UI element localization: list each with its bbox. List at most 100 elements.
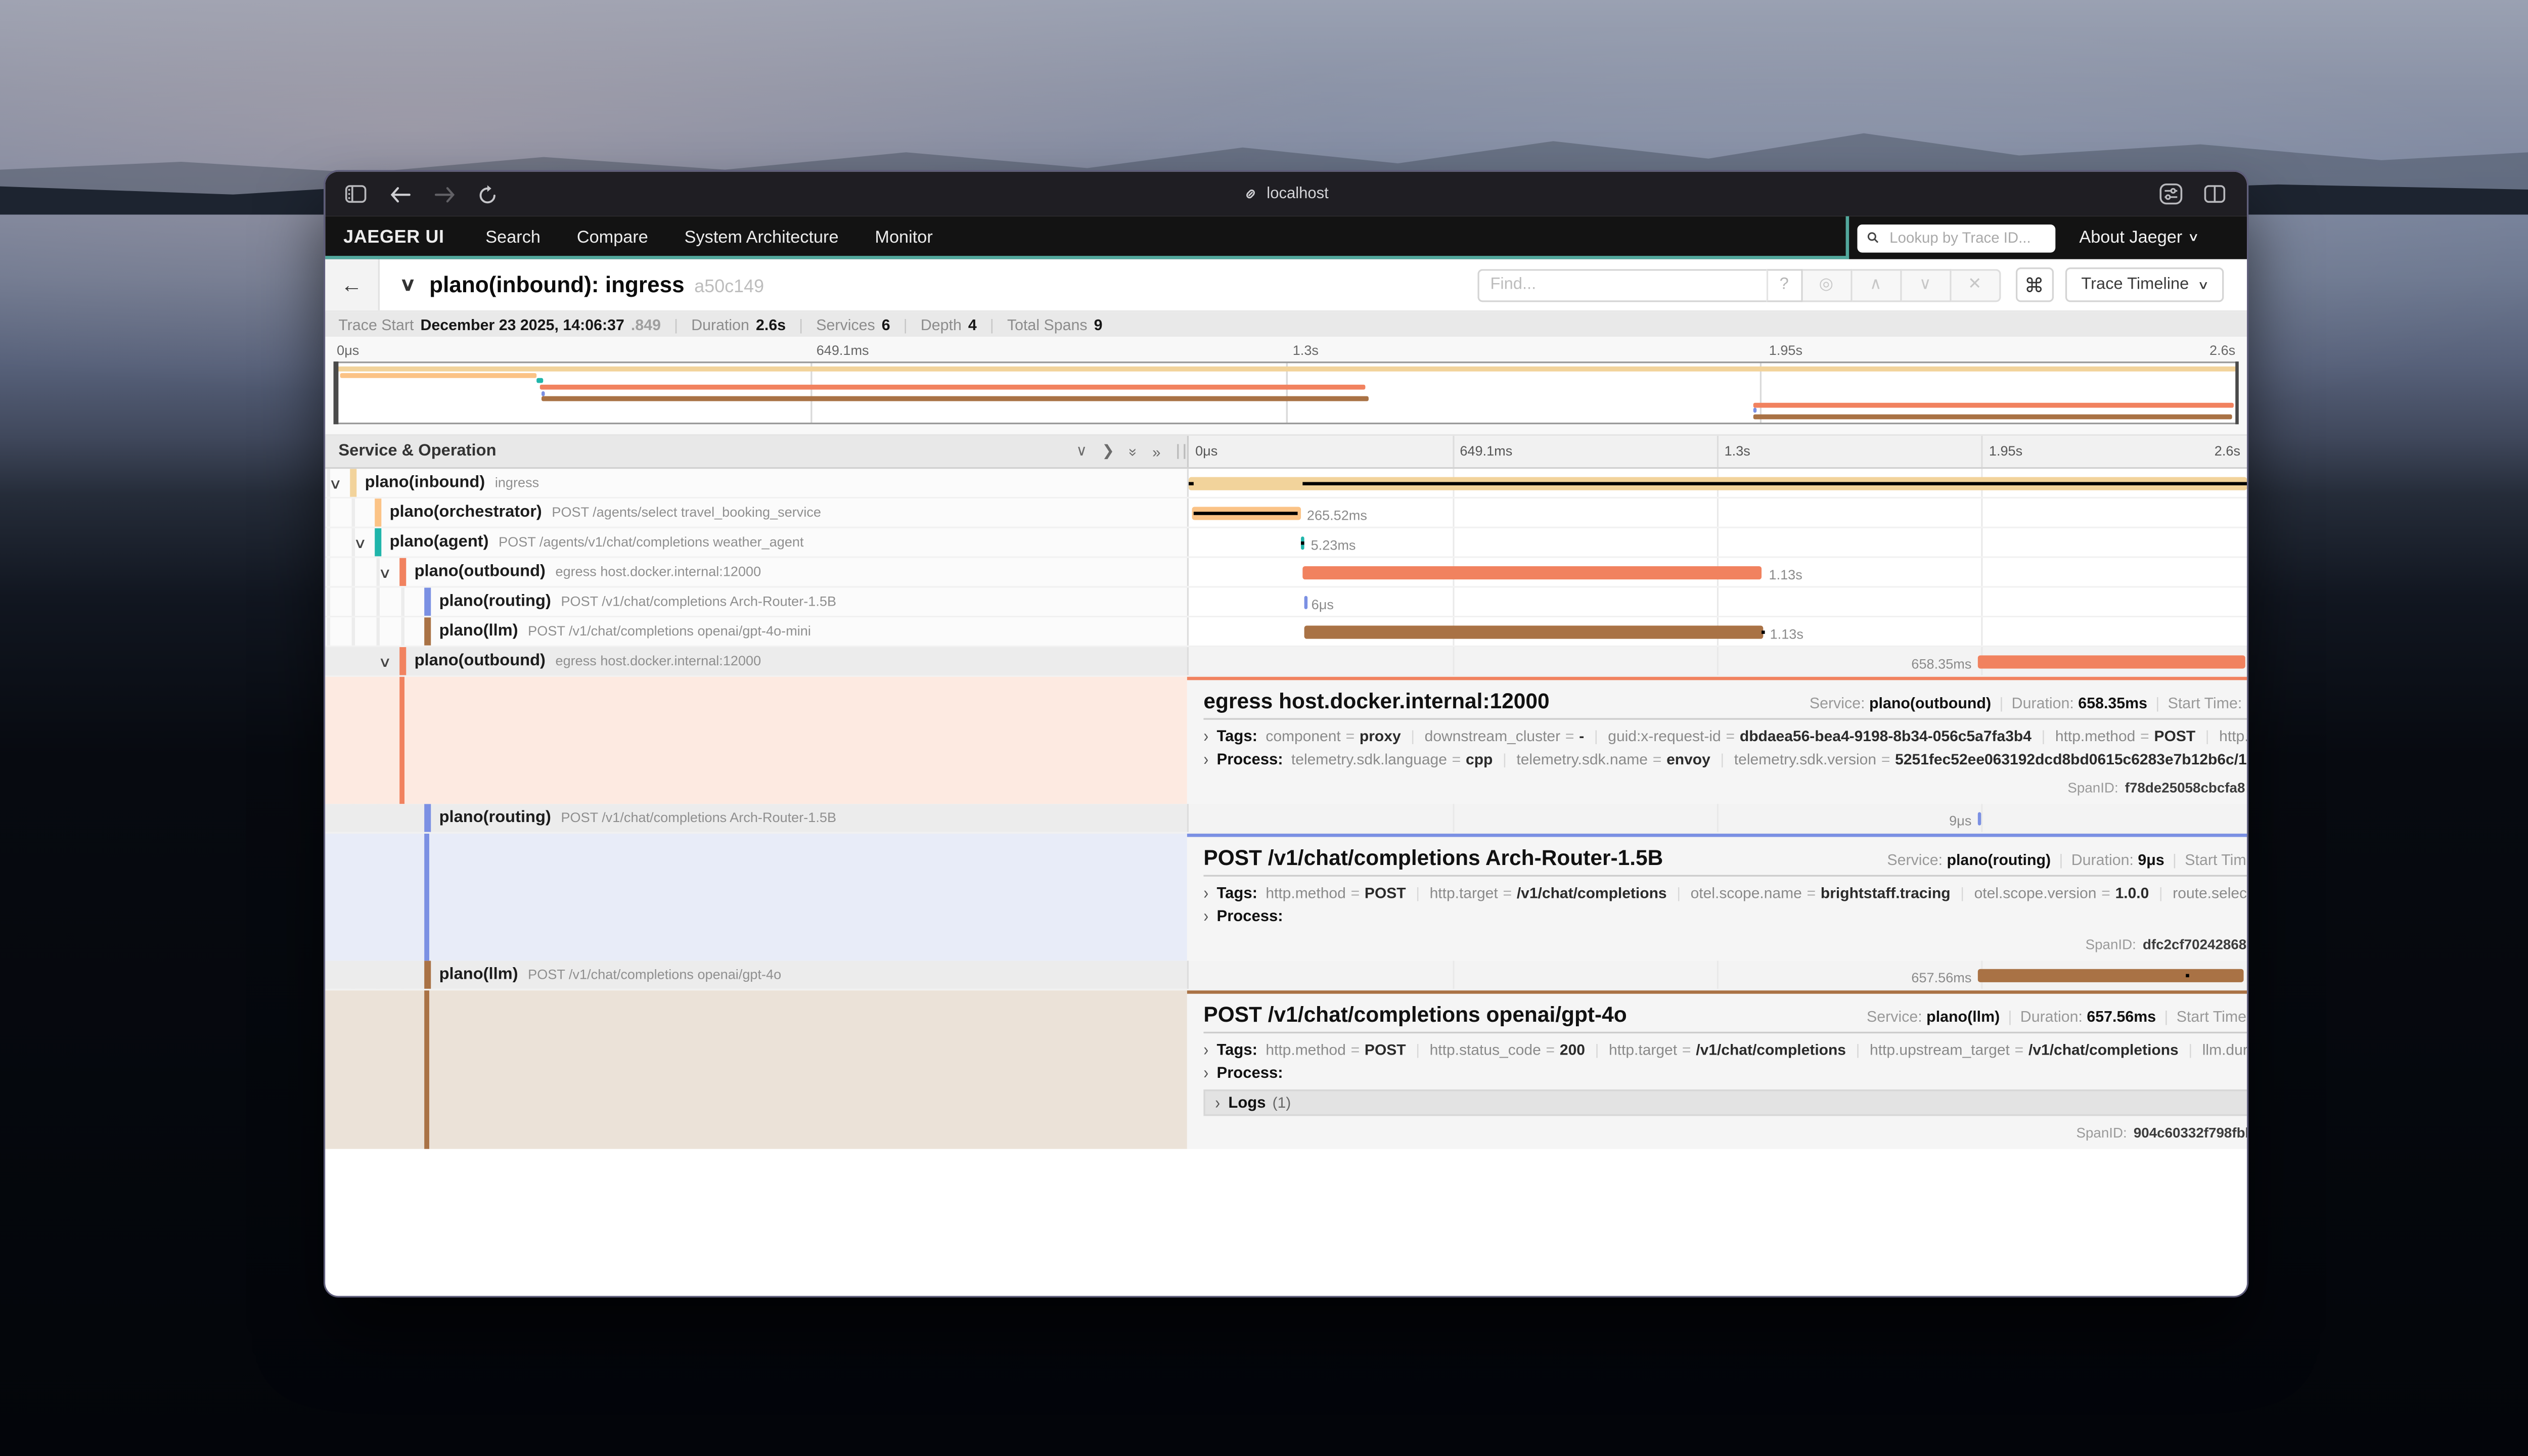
expand-one-icon[interactable]: ❯	[1102, 442, 1114, 461]
span-bar-cell[interactable]: 658.35ms	[1187, 647, 2247, 675]
tag-item[interactable]: guid:x-request-id=dbdaea56-bea4-9198-8b3…	[1608, 728, 2032, 745]
tag-item[interactable]: http.upstream_target=/v1/chat/completion…	[1870, 1041, 2179, 1058]
tag-item[interactable]: http.p...	[2219, 728, 2247, 745]
span-bar[interactable]	[1303, 596, 1307, 609]
tag-item[interactable]: telemetry.sdk.version=5251fec52ee063192d…	[1734, 750, 2247, 767]
split-view-icon[interactable]	[2204, 185, 2225, 203]
collapse-chevron-icon[interactable]: ∨	[329, 475, 342, 493]
minimap-canvas[interactable]	[334, 361, 2239, 424]
span-bar-cell[interactable]: 265.52ms	[1187, 498, 2247, 527]
service-color-bar	[375, 498, 380, 527]
span-name-cell[interactable]: plano(llm)POST /v1/chat/completions open…	[325, 617, 1187, 646]
tag-item[interactable]: otel.scope.name=brightstaff.tracing	[1691, 885, 1951, 901]
sidebar-toggle-icon[interactable]	[345, 185, 366, 203]
tag-item[interactable]: telemetry.sdk.name=envoy	[1516, 750, 1710, 767]
process-section[interactable]: ›Process:	[1203, 905, 2247, 928]
back-to-search-button[interactable]: ←	[325, 259, 380, 310]
about-jaeger-menu[interactable]: About Jaeger∨	[2079, 228, 2197, 248]
span-name-cell[interactable]: plano(routing)POST /v1/chat/completions …	[325, 804, 1187, 832]
tags-section[interactable]: ›Tags:component=proxy|downstream_cluster…	[1203, 726, 2247, 749]
span-row[interactable]: plano(llm)POST /v1/chat/completions open…	[325, 961, 2247, 990]
timeline-ruler: 0μs 649.1ms 1.3s 1.95s 2.6s	[1187, 436, 2247, 467]
jaeger-brand[interactable]: JAEGER UI	[343, 228, 444, 248]
span-row[interactable]: plano(routing)POST /v1/chat/completions …	[325, 587, 2247, 617]
tags-section[interactable]: ›Tags:http.method=POST|http.target=/v1/c…	[1203, 883, 2247, 905]
focus-span-icon[interactable]: ◎	[1802, 268, 1852, 301]
find-input[interactable]	[1477, 268, 1766, 301]
span-row[interactable]: plano(llm)POST /v1/chat/completions open…	[325, 617, 2247, 647]
tag-item[interactable]: http.target=/v1/chat/completions	[1430, 885, 1667, 901]
span-bar-cell[interactable]: 1.13s	[1187, 558, 2247, 586]
next-result-icon[interactable]: ∨	[1902, 268, 1951, 301]
column-resize-grip[interactable]	[1177, 444, 1185, 459]
span-name-cell[interactable]: plano(llm)POST /v1/chat/completions open…	[325, 961, 1187, 989]
span-bar[interactable]	[1978, 812, 1981, 826]
prev-result-icon[interactable]: ∧	[1852, 268, 1902, 301]
span-bar[interactable]	[1978, 969, 2244, 982]
tag-item[interactable]: component=proxy	[1266, 728, 1401, 745]
expand-all-icon[interactable]: »	[1152, 443, 1160, 460]
address-url[interactable]: localhost	[1267, 185, 1328, 203]
trace-id-search-input[interactable]	[1886, 228, 2046, 248]
trace-id-search-box[interactable]	[1858, 223, 2056, 252]
tag-item[interactable]: http.method=POST	[1266, 885, 1406, 901]
tag-item[interactable]: telemetry.sdk.language=cpp	[1291, 750, 1493, 767]
clear-find-icon[interactable]: ✕	[1951, 268, 2000, 301]
nav-item-monitor[interactable]: Monitor	[875, 228, 932, 248]
tag-item[interactable]: otel.scope.version=1.0.0	[1974, 885, 2149, 901]
span-bar-cell[interactable]: 9μs	[1187, 804, 2247, 832]
minimap-left-scrub-handle[interactable]	[334, 361, 338, 424]
trace-view-selector[interactable]: Trace Timeline∨	[2065, 267, 2224, 302]
find-help-icon[interactable]: ?	[1766, 268, 1802, 301]
tag-item[interactable]: http.method=POST	[2055, 728, 2195, 745]
logs-section[interactable]: ›Logs(1)	[1203, 1089, 2247, 1116]
minimap-right-scrub-handle[interactable]	[2235, 361, 2239, 424]
tag-item[interactable]: route.selected_m...	[2173, 885, 2247, 901]
tag-item[interactable]: http.target=/v1/chat/completions	[1609, 1041, 1846, 1058]
span-bar[interactable]	[1303, 626, 1763, 639]
span-row[interactable]: plano(orchestrator)POST /agents/select t…	[325, 498, 2247, 528]
span-row[interactable]: ∨ plano(outbound)egress host.docker.inte…	[325, 558, 2247, 588]
collapse-one-icon[interactable]: ∨	[1076, 442, 1087, 461]
span-bar-cell[interactable]: 5.23ms	[1187, 528, 2247, 557]
process-section[interactable]: ›Process:	[1203, 1062, 2247, 1084]
tag-item[interactable]: http.method=POST	[1266, 1041, 1406, 1058]
collapse-chevron-icon[interactable]: ∨	[353, 535, 367, 553]
span-row[interactable]: ∨ plano(agent)POST /agents/v1/chat/compl…	[325, 528, 2247, 558]
tag-item[interactable]: llm.duration...	[2202, 1041, 2247, 1058]
span-bar[interactable]	[1303, 566, 1762, 579]
forward-button-icon[interactable]	[434, 186, 456, 202]
extensions-settings-icon[interactable]	[2159, 183, 2183, 204]
tag-item[interactable]: http.status_code=200	[1430, 1041, 1585, 1058]
span-name-cell[interactable]: ∨ plano(inbound)ingress	[325, 469, 1187, 497]
span-row[interactable]: plano(routing)POST /v1/chat/completions …	[325, 804, 2247, 834]
keyboard-shortcuts-button[interactable]: ⌘	[2015, 267, 2053, 302]
tags-section[interactable]: ›Tags:http.method=POST|http.status_code=…	[1203, 1040, 2247, 1062]
chevron-down-icon: ∨	[2187, 231, 2199, 244]
span-name-cell[interactable]: ∨ plano(outbound)egress host.docker.inte…	[325, 647, 1187, 675]
collapse-chevron-icon[interactable]: ∨	[378, 654, 391, 672]
span-name-cell[interactable]: plano(routing)POST /v1/chat/completions …	[325, 587, 1187, 616]
tick-label: 649.1ms	[817, 342, 869, 358]
span-name-cell[interactable]: plano(orchestrator)POST /agents/select t…	[325, 498, 1187, 527]
collapse-chevron-icon[interactable]: ∨	[378, 565, 391, 583]
nav-item-search[interactable]: Search	[485, 228, 540, 248]
span-bar-cell[interactable]	[1187, 469, 2247, 497]
span-bar-cell[interactable]: 657.56ms	[1187, 961, 2247, 989]
span-bar[interactable]	[1978, 655, 2245, 668]
span-name-cell[interactable]: ∨ plano(outbound)egress host.docker.inte…	[325, 558, 1187, 586]
browser-titlebar: localhost	[325, 172, 2247, 216]
collapse-all-icon[interactable]: »	[1125, 447, 1142, 456]
span-name-cell[interactable]: ∨ plano(agent)POST /agents/v1/chat/compl…	[325, 528, 1187, 557]
trace-collapse-chevron-icon[interactable]: ∨	[399, 274, 416, 295]
nav-item-compare[interactable]: Compare	[577, 228, 648, 248]
nav-item-system-architecture[interactable]: System Architecture	[685, 228, 839, 248]
tag-item[interactable]: downstream_cluster=-	[1425, 728, 1585, 745]
span-bar-cell[interactable]: 1.13s	[1187, 617, 2247, 646]
process-section[interactable]: ›Process:telemetry.sdk.language=cpp|tele…	[1203, 749, 2247, 771]
back-button-icon[interactable]	[390, 186, 411, 202]
reload-button-icon[interactable]	[479, 184, 497, 204]
span-bar-cell[interactable]: 6μs	[1187, 587, 2247, 616]
span-row[interactable]: ∨ plano(inbound)ingress	[325, 469, 2247, 498]
span-row[interactable]: ∨ plano(outbound)egress host.docker.inte…	[325, 647, 2247, 677]
